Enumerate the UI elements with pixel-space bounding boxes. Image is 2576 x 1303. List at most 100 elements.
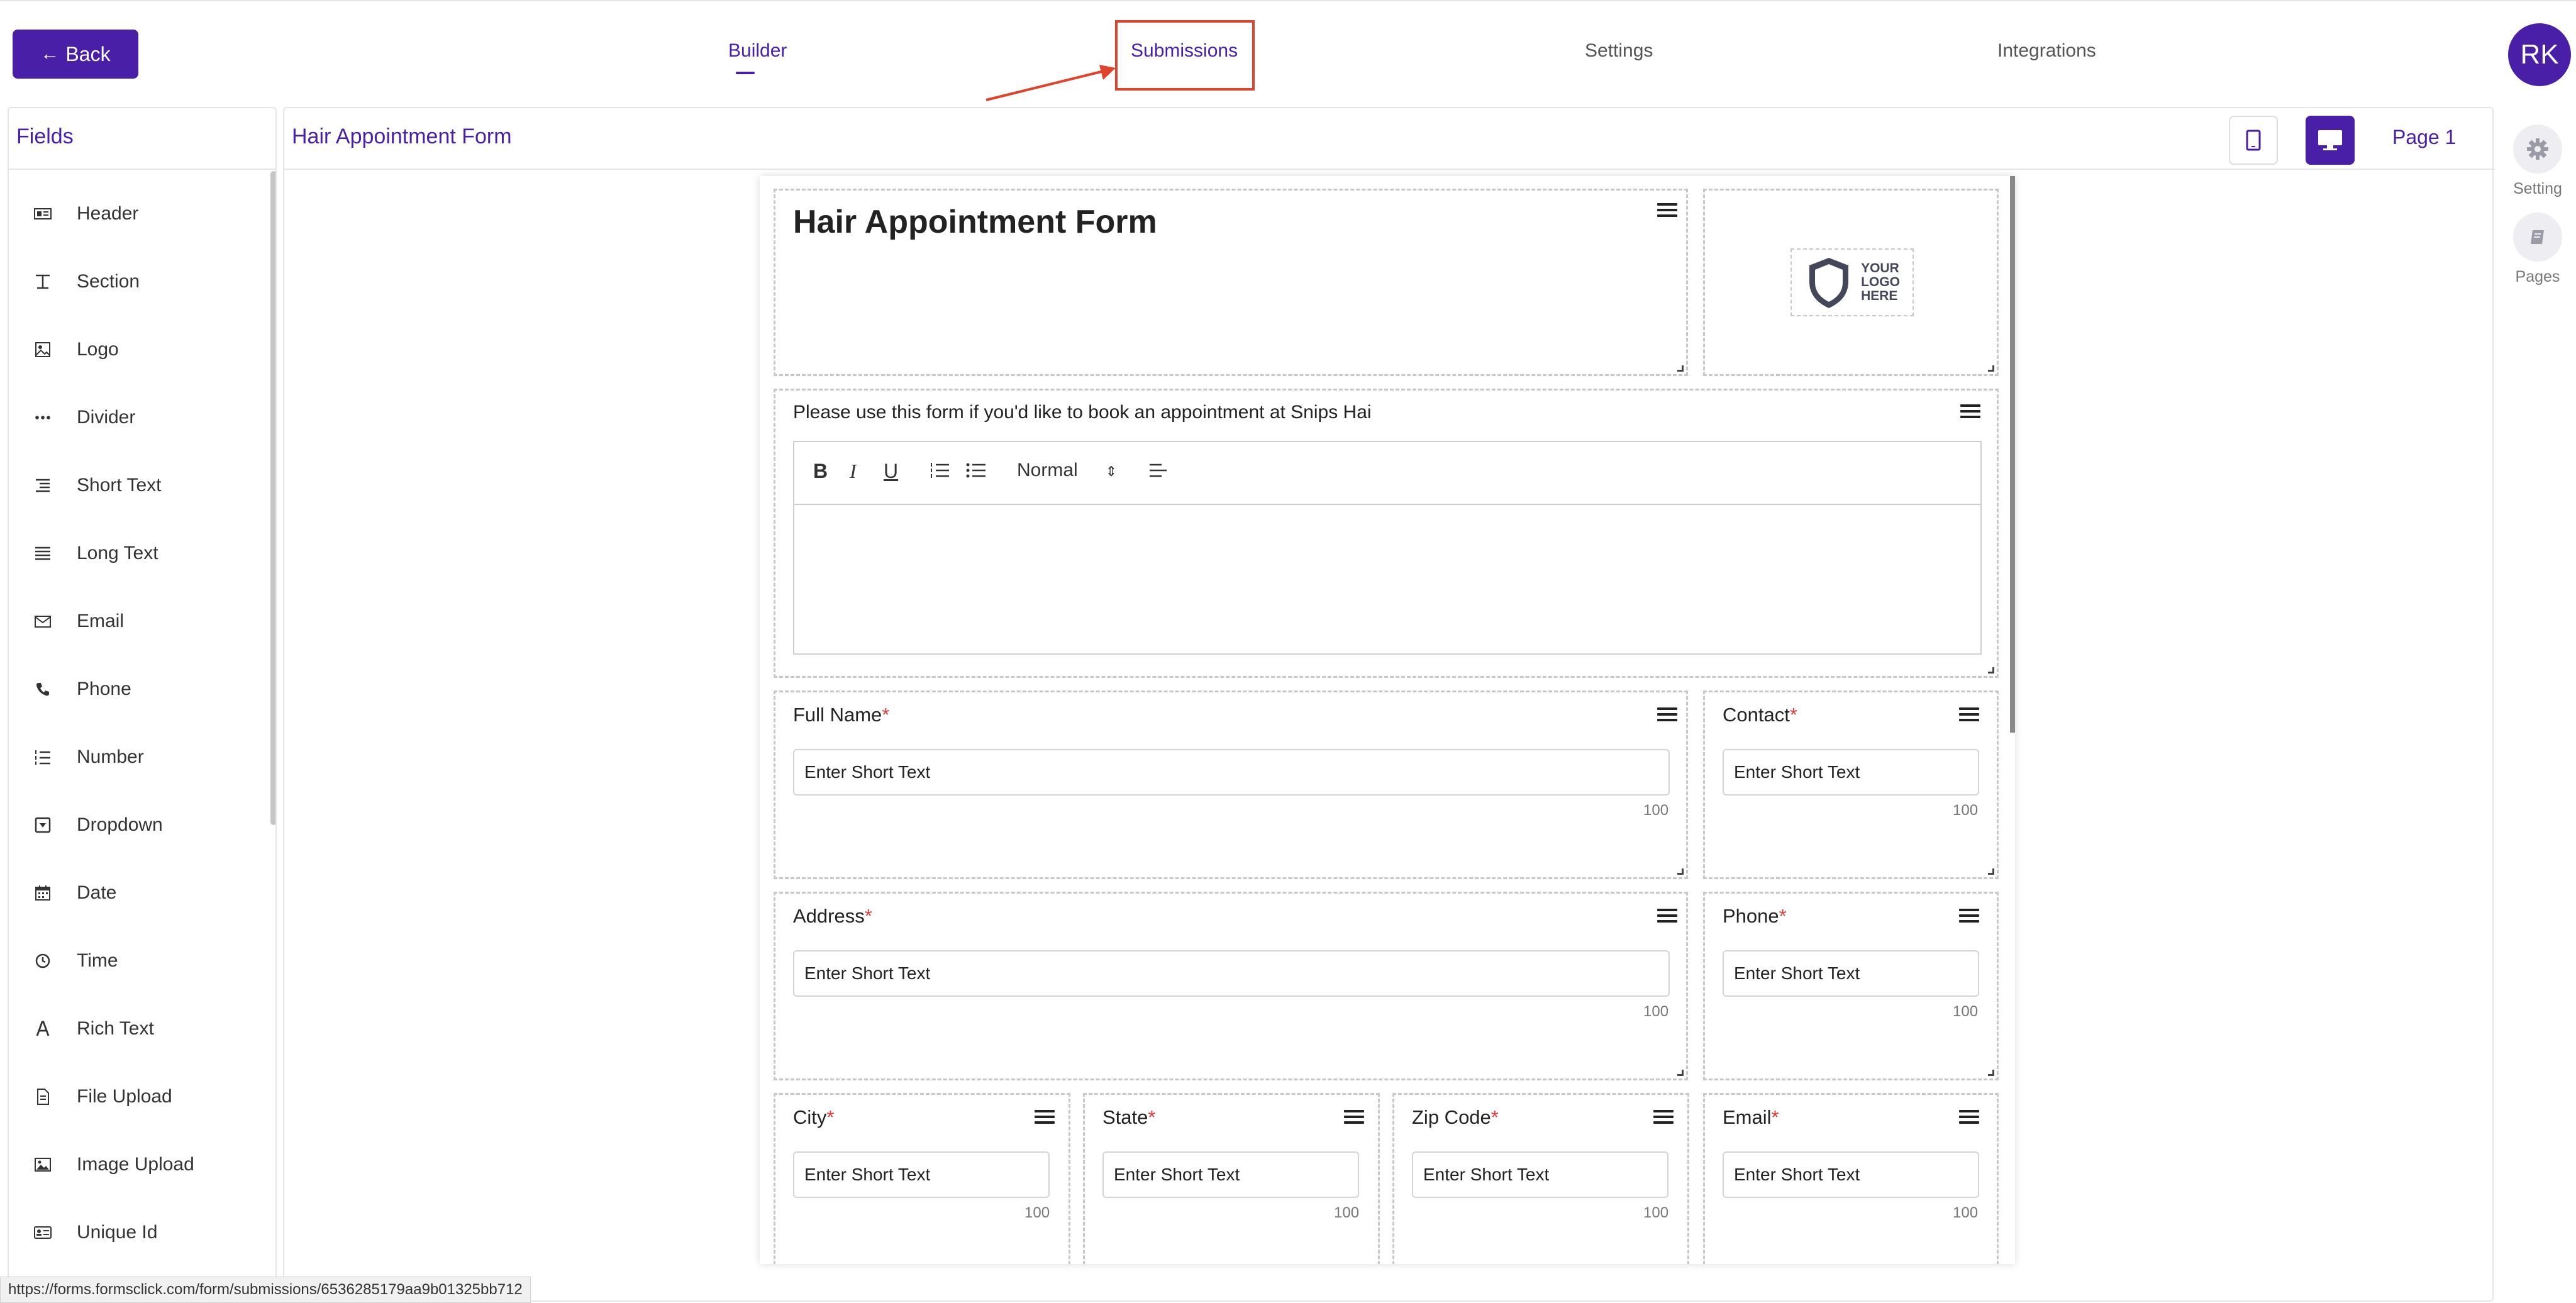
back-button[interactable]: ← Back bbox=[13, 30, 138, 79]
field-item-divider[interactable]: Divider bbox=[30, 399, 135, 436]
page-selector[interactable]: Page 1 bbox=[2392, 126, 2456, 149]
rich-text-editor[interactable]: B I U Normal ⇕ bbox=[793, 441, 1982, 655]
contact-input[interactable]: Enter Short Text bbox=[1723, 749, 1979, 796]
logo-block[interactable]: YOUR LOGO HERE bbox=[1703, 189, 1999, 376]
underline-icon[interactable]: U bbox=[884, 460, 898, 483]
canvas-scrollbar[interactable] bbox=[2010, 176, 2015, 733]
char-limit: 100 bbox=[1643, 1204, 1669, 1221]
char-limit: 100 bbox=[1953, 802, 1979, 819]
tab-builder[interactable]: Builder bbox=[728, 40, 787, 62]
resize-handle-icon[interactable] bbox=[1988, 365, 1994, 372]
field-item-label: Date bbox=[77, 882, 117, 903]
divider bbox=[9, 169, 275, 170]
shield-icon bbox=[1809, 258, 1849, 308]
long-text-icon bbox=[30, 541, 55, 566]
field-item-long-text[interactable]: Long Text bbox=[30, 535, 158, 572]
drag-handle-icon[interactable] bbox=[1653, 1110, 1674, 1124]
field-label: Email* bbox=[1723, 1106, 1779, 1128]
resize-handle-icon[interactable] bbox=[1677, 1070, 1684, 1076]
align-icon[interactable] bbox=[1148, 461, 1169, 485]
id-card-icon bbox=[30, 1220, 55, 1245]
field-block-state[interactable]: State* Enter Short Text 100 bbox=[1083, 1093, 1380, 1264]
drag-handle-icon[interactable] bbox=[1959, 1110, 1979, 1124]
resize-handle-icon[interactable] bbox=[1988, 1070, 1994, 1076]
resize-handle-icon[interactable] bbox=[1677, 365, 1684, 372]
intro-text-block[interactable]: Please use this form if you'd like to bo… bbox=[774, 389, 1999, 678]
field-item-file-upload[interactable]: File Upload bbox=[30, 1078, 172, 1116]
header-icon bbox=[30, 201, 55, 226]
resize-handle-icon[interactable] bbox=[1988, 868, 1994, 875]
fields-panel: Fields Header Section Logo Divider Short… bbox=[8, 107, 277, 1302]
drag-handle-icon[interactable] bbox=[1959, 909, 1979, 923]
tab-integrations[interactable]: Integrations bbox=[1997, 40, 2096, 62]
divider bbox=[284, 169, 2495, 170]
field-item-unique-id[interactable]: Unique Id bbox=[30, 1214, 157, 1251]
field-item-header[interactable]: Header bbox=[30, 195, 138, 233]
logo-text: YOUR LOGO HERE bbox=[1861, 261, 1900, 303]
calendar-icon bbox=[30, 880, 55, 906]
field-block-city[interactable]: City* Enter Short Text 100 bbox=[774, 1093, 1070, 1264]
drag-handle-icon[interactable] bbox=[1657, 203, 1677, 217]
field-item-image-upload[interactable]: Image Upload bbox=[30, 1146, 194, 1184]
field-block-contact[interactable]: Contact* Enter Short Text 100 bbox=[1703, 690, 1999, 879]
setting-rail-button[interactable] bbox=[2513, 125, 2562, 174]
resize-handle-icon[interactable] bbox=[1988, 667, 1994, 674]
drag-handle-icon[interactable] bbox=[1657, 707, 1677, 721]
field-item-time[interactable]: Time bbox=[30, 942, 118, 980]
full-name-input[interactable]: Enter Short Text bbox=[793, 749, 1670, 796]
field-block-phone[interactable]: Phone* Enter Short Text 100 bbox=[1703, 892, 1999, 1080]
field-label: Full Name* bbox=[793, 704, 890, 726]
zip-code-input[interactable]: Enter Short Text bbox=[1412, 1151, 1668, 1198]
tablet-view-button[interactable] bbox=[2229, 116, 2278, 165]
dropdown-icon bbox=[30, 812, 55, 838]
tab-settings[interactable]: Settings bbox=[1585, 40, 1653, 62]
field-item-email[interactable]: Email bbox=[30, 602, 124, 640]
form-header-block[interactable]: Hair Appointment Form bbox=[774, 189, 1688, 376]
drag-handle-icon[interactable] bbox=[1960, 404, 1980, 418]
char-limit: 100 bbox=[1953, 1003, 1979, 1020]
back-button-label: Back bbox=[65, 42, 111, 65]
field-item-short-text[interactable]: Short Text bbox=[30, 467, 162, 504]
field-block-address[interactable]: Address* Enter Short Text 100 bbox=[774, 892, 1688, 1080]
field-item-rich-text[interactable]: Rich Text bbox=[30, 1010, 154, 1048]
italic-icon[interactable]: I bbox=[850, 460, 857, 483]
ordered-list-icon[interactable] bbox=[929, 461, 950, 485]
bold-icon[interactable]: B bbox=[813, 460, 828, 483]
state-input[interactable]: Enter Short Text bbox=[1102, 1151, 1359, 1198]
resize-handle-icon[interactable] bbox=[1677, 868, 1684, 875]
email-input[interactable]: Enter Short Text bbox=[1723, 1151, 1979, 1198]
pages-rail-button[interactable] bbox=[2513, 213, 2562, 262]
setting-rail-label: Setting bbox=[2513, 180, 2562, 197]
field-block-zip-code[interactable]: Zip Code* Enter Short Text 100 bbox=[1392, 1093, 1689, 1264]
field-item-label: Number bbox=[77, 746, 144, 767]
address-input[interactable]: Enter Short Text bbox=[793, 950, 1670, 997]
field-item-logo[interactable]: Logo bbox=[30, 331, 119, 369]
field-item-number[interactable]: Number bbox=[30, 738, 144, 776]
fields-panel-title: Fields bbox=[16, 125, 74, 148]
field-block-email[interactable]: Email* Enter Short Text 100 bbox=[1703, 1093, 1999, 1264]
drag-handle-icon[interactable] bbox=[1344, 1110, 1364, 1124]
bullet-list-icon[interactable] bbox=[965, 461, 987, 485]
city-input[interactable]: Enter Short Text bbox=[793, 1151, 1050, 1198]
drag-handle-icon[interactable] bbox=[1959, 707, 1979, 721]
field-item-label: Section bbox=[77, 271, 140, 292]
field-item-label: Short Text bbox=[77, 475, 162, 496]
phone-input[interactable]: Enter Short Text bbox=[1723, 950, 1979, 997]
desktop-view-button[interactable] bbox=[2306, 116, 2355, 165]
fields-scrollbar[interactable] bbox=[270, 171, 275, 825]
field-block-full-name[interactable]: Full Name* Enter Short Text 100 bbox=[774, 690, 1688, 879]
arrow-left-icon: ← bbox=[40, 43, 60, 64]
drag-handle-icon[interactable] bbox=[1035, 1110, 1055, 1124]
field-label: Address* bbox=[793, 905, 872, 927]
status-url-bar: https://forms.formsclick.com/form/submis… bbox=[0, 1277, 531, 1303]
field-item-date[interactable]: Date bbox=[30, 874, 116, 912]
field-item-dropdown[interactable]: Dropdown bbox=[30, 806, 163, 844]
desktop-icon bbox=[2318, 130, 2342, 150]
drag-handle-icon[interactable] bbox=[1657, 909, 1677, 923]
field-item-section[interactable]: Section bbox=[30, 263, 140, 301]
text-style-select[interactable]: Normal ⇕ bbox=[1017, 460, 1117, 481]
char-limit: 100 bbox=[1643, 1003, 1669, 1020]
field-item-phone[interactable]: Phone bbox=[30, 670, 131, 708]
clock-icon bbox=[30, 948, 55, 973]
user-avatar[interactable]: RK bbox=[2508, 23, 2571, 86]
